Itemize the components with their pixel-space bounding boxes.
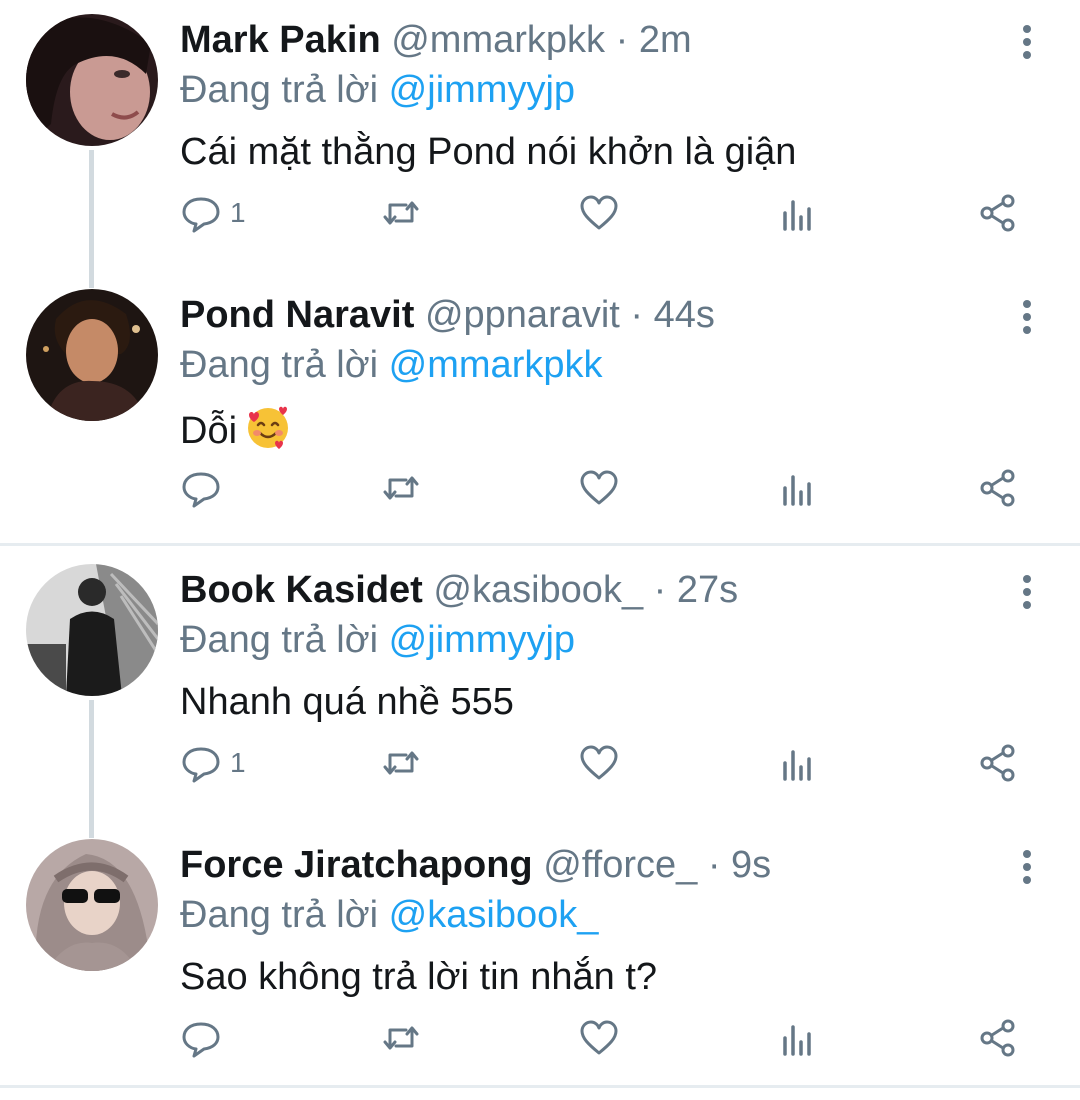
retweet-button[interactable] [380, 463, 422, 513]
tweet-actions [0, 1013, 1080, 1063]
heart-icon [580, 470, 618, 505]
share-button[interactable] [978, 738, 1020, 788]
tweet[interactable]: Pond Naravit @ppnaravit · 44s Đang trả l… [0, 275, 1080, 550]
reply-context: Đang trả lời @mmarkpkk [180, 343, 602, 387]
tweet-text: Dỗi [180, 405, 291, 453]
reply-prefix: Đang trả lời [180, 619, 379, 661]
tweet-text: Cái mặt thằng Pond nói khởn là giận [180, 131, 797, 173]
analytics-icon [783, 475, 811, 506]
share-icon [980, 469, 1015, 507]
analytics-icon [783, 750, 811, 781]
reply-prefix: Đang trả lời [180, 894, 379, 936]
like-button[interactable] [578, 738, 620, 788]
share-icon [980, 744, 1015, 782]
retweet-button[interactable] [380, 738, 422, 788]
tweet-header: Book Kasidet @kasibook_ · 27s [180, 568, 738, 612]
share-button[interactable] [978, 1013, 1020, 1063]
reply-button[interactable]: 1 [180, 738, 246, 788]
retweet-button[interactable] [380, 1013, 422, 1063]
tweet-actions: 1 [0, 188, 1080, 238]
user-handle[interactable]: @ppnaravit [425, 294, 620, 336]
timestamp[interactable]: 27s [677, 569, 738, 611]
analytics-button[interactable] [778, 738, 820, 788]
heart-icon [580, 195, 618, 230]
display-name[interactable]: Mark Pakin [180, 19, 381, 61]
tweet-text: Sao không trả lời tin nhắn t? [180, 956, 658, 998]
reply-count: 1 [230, 747, 246, 778]
timestamp[interactable]: 9s [731, 844, 771, 886]
reply-mention[interactable]: @mmarkpkk [389, 344, 603, 386]
reply-button[interactable]: 1 [180, 188, 246, 238]
tweet[interactable]: Mark Pakin @mmarkpkk · 2m Đang trả lời @… [0, 0, 1080, 275]
avatar[interactable] [26, 14, 158, 146]
timestamp[interactable]: 2m [639, 19, 692, 61]
tweet-header: Pond Naravit @ppnaravit · 44s [180, 293, 715, 337]
tweet-text: Nhanh quá nhề 555 [180, 681, 514, 723]
tweet-header: Mark Pakin @mmarkpkk · 2m [180, 18, 692, 62]
reply-mention[interactable]: @jimmyyjp [389, 619, 575, 661]
avatar[interactable] [26, 289, 158, 421]
analytics-icon [783, 200, 811, 231]
reply-context: Đang trả lời @jimmyyjp [180, 618, 575, 662]
share-icon [980, 194, 1015, 232]
more-options-icon[interactable] [1010, 572, 1044, 612]
analytics-button[interactable] [778, 1013, 820, 1063]
retweet-icon [383, 476, 419, 500]
more-options-icon[interactable] [1010, 22, 1044, 62]
reply-button[interactable] [180, 1013, 230, 1063]
retweet-icon [383, 1026, 419, 1050]
user-handle[interactable]: @fforce_ [543, 844, 697, 886]
reply-count: 1 [230, 197, 246, 228]
reply-context: Đang trả lời @kasibook_ [180, 893, 598, 937]
share-icon [980, 1019, 1015, 1057]
share-button[interactable] [978, 463, 1020, 513]
reply-icon [182, 472, 220, 508]
reply-mention[interactable]: @kasibook_ [389, 894, 599, 936]
separator-dot: · [707, 844, 721, 886]
separator-dot: · [653, 569, 667, 611]
reply-icon [182, 1022, 220, 1058]
more-options-icon[interactable] [1010, 847, 1044, 887]
separator-dot: · [630, 294, 644, 336]
timestamp[interactable]: 44s [654, 294, 715, 336]
reply-prefix: Đang trả lời [180, 344, 379, 386]
reply-icon [182, 747, 220, 783]
tweet[interactable]: Book Kasidet @kasibook_ · 27s Đang trả l… [0, 550, 1080, 825]
retweet-icon [383, 751, 419, 775]
user-handle[interactable]: @mmarkpkk [391, 19, 605, 61]
reply-button[interactable] [180, 463, 230, 513]
heart-icon [580, 1020, 618, 1055]
retweet-button[interactable] [380, 188, 422, 238]
display-name[interactable]: Book Kasidet [180, 569, 423, 611]
tweet-header: Force Jiratchapong @fforce_ · 9s [180, 843, 771, 887]
avatar[interactable] [26, 839, 158, 971]
analytics-icon [783, 1025, 811, 1056]
reply-context: Đang trả lời @jimmyyjp [180, 68, 575, 112]
separator-dot: · [615, 19, 629, 61]
retweet-icon [383, 201, 419, 225]
reply-prefix: Đang trả lời [180, 69, 379, 111]
share-button[interactable] [978, 188, 1020, 238]
display-name[interactable]: Force Jiratchapong [180, 844, 533, 886]
tweet-text-content: Dỗi [180, 410, 238, 452]
smiling-face-with-hearts-icon [248, 406, 289, 449]
more-options-icon[interactable] [1010, 297, 1044, 337]
reply-icon [182, 197, 220, 233]
like-button[interactable] [578, 463, 620, 513]
analytics-button[interactable] [778, 463, 820, 513]
tweet[interactable]: Force Jiratchapong @fforce_ · 9s Đang tr… [0, 825, 1080, 1100]
display-name[interactable]: Pond Naravit [180, 294, 414, 336]
like-button[interactable] [578, 1013, 620, 1063]
heart-icon [580, 745, 618, 780]
like-button[interactable] [578, 188, 620, 238]
analytics-button[interactable] [778, 188, 820, 238]
tweet-actions: 1 [0, 738, 1080, 788]
reply-mention[interactable]: @jimmyyjp [389, 69, 575, 111]
avatar[interactable] [26, 564, 158, 696]
tweet-actions [0, 463, 1080, 513]
user-handle[interactable]: @kasibook_ [433, 569, 643, 611]
